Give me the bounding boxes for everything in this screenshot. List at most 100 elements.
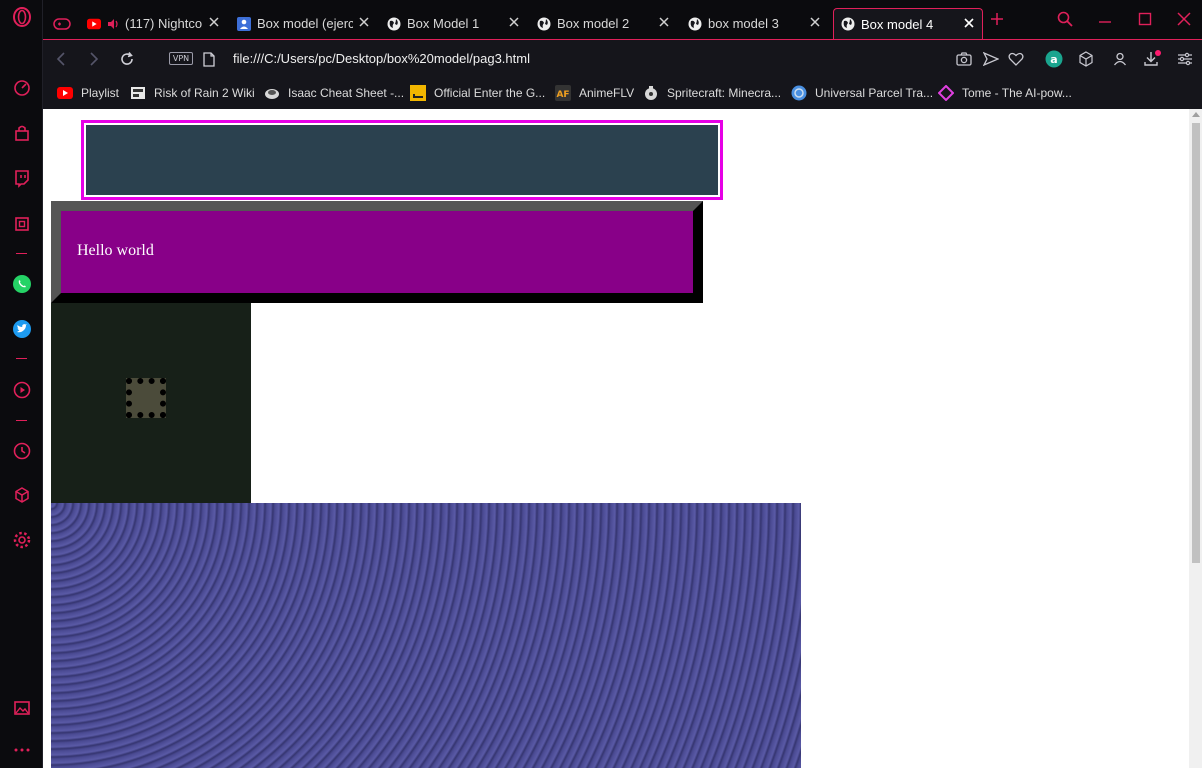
bookmark-heart-button[interactable] <box>1006 49 1026 69</box>
new-tab-button[interactable] <box>986 8 1008 30</box>
reload-icon <box>121 52 133 65</box>
close-tab-icon[interactable] <box>657 15 671 29</box>
tab-title: Box Model 1 <box>407 16 480 31</box>
close-icon <box>1177 12 1191 26</box>
whatsapp-icon[interactable] <box>11 273 33 295</box>
bookmark-label: Risk of Rain 2 Wiki <box>154 86 255 100</box>
bookmark-tome[interactable]: Tome - The AI-pow... <box>938 83 1072 103</box>
dotted-border-box <box>126 378 166 418</box>
hello-world-text: Hello world <box>77 242 154 259</box>
tab-strip: (117) Nightcor Box model (ejercic Box Mo… <box>43 0 1202 39</box>
speed-dial-icon[interactable] <box>11 77 33 99</box>
wiki-icon <box>130 85 146 101</box>
tab-youtube[interactable]: (117) Nightcor <box>87 8 227 39</box>
maximize-icon <box>1138 12 1152 26</box>
player-icon[interactable] <box>11 379 33 401</box>
file-icon <box>203 51 215 67</box>
sidebar-separator <box>16 358 27 359</box>
snapshot-button[interactable] <box>954 49 974 69</box>
account-button[interactable] <box>1110 49 1130 69</box>
bookmark-animeflv[interactable]: AF AnimeFLV <box>555 83 634 103</box>
globe-icon <box>841 17 855 31</box>
address-bar: VPN file:///C:/Users/pc/Desktop/box%20mo… <box>43 39 1202 77</box>
twitch-icon[interactable] <box>11 167 33 189</box>
twitter-icon[interactable] <box>11 318 33 340</box>
close-tab-icon[interactable] <box>207 15 221 29</box>
downloads-button[interactable] <box>1142 49 1162 69</box>
vertical-scrollbar[interactable] <box>1189 109 1202 768</box>
tab-box-model-ejercicio[interactable]: Box model (ejercic <box>237 8 377 39</box>
search-icon <box>1057 11 1073 27</box>
gx-control-icon[interactable] <box>11 213 33 235</box>
bookmark-label: Playlist <box>81 86 120 100</box>
forward-button[interactable] <box>84 49 104 69</box>
minimize-button[interactable] <box>1094 8 1116 30</box>
gx-corner-tab[interactable] <box>53 8 83 39</box>
tab-box-model-3[interactable]: box model 3 <box>688 8 828 39</box>
tab-box-model-2[interactable]: Box model 2 <box>537 8 677 39</box>
vpn-badge[interactable]: VPN <box>169 52 193 65</box>
extension-a-button[interactable]: a <box>1044 49 1064 69</box>
user-icon <box>1113 52 1127 66</box>
header-box-fill <box>86 125 718 195</box>
speaker-icon[interactable] <box>107 18 119 30</box>
download-icon <box>1144 50 1161 66</box>
bordered-header-box <box>81 120 723 200</box>
close-tab-icon[interactable] <box>962 16 976 30</box>
document-icon <box>237 16 251 31</box>
opera-sidebar <box>0 0 43 768</box>
close-window-button[interactable] <box>1173 8 1195 30</box>
globe-icon <box>387 17 401 30</box>
more-dots-icon[interactable] <box>11 739 33 761</box>
outset-border-box: Hello world <box>51 201 703 303</box>
shopping-bag-icon[interactable] <box>11 122 33 144</box>
easy-setup-button[interactable] <box>1175 49 1195 69</box>
bookmark-label: Official Enter the G... <box>434 86 546 100</box>
animeflv-icon: AF <box>555 85 571 101</box>
dark-square-box <box>51 303 251 503</box>
sidebar-separator <box>16 420 27 421</box>
globe-icon <box>537 17 551 30</box>
bookmark-risk-of-rain[interactable]: Risk of Rain 2 Wiki <box>130 83 255 103</box>
send-button[interactable] <box>981 49 1001 69</box>
youtube-icon <box>57 85 73 101</box>
bookmark-spritecraft[interactable]: Spritecraft: Minecra... <box>643 83 781 103</box>
close-tab-icon[interactable] <box>507 15 521 29</box>
page-info-button[interactable] <box>199 49 219 69</box>
opera-logo-icon[interactable] <box>11 6 33 28</box>
url-field[interactable]: file:///C:/Users/pc/Desktop/box%20model/… <box>233 51 530 66</box>
bookmark-label: Spritecraft: Minecra... <box>667 86 782 100</box>
gamepad-icon <box>53 17 71 30</box>
chevron-left-icon <box>56 52 65 66</box>
scrollbar-thumb[interactable] <box>1192 123 1200 563</box>
tab-title: box model 3 <box>708 16 779 31</box>
back-button[interactable] <box>51 49 71 69</box>
bookmark-gungeon[interactable]: Official Enter the G... <box>410 83 545 103</box>
isaac-icon <box>264 85 280 101</box>
close-tab-icon[interactable] <box>808 15 822 29</box>
scroll-up-arrow-icon[interactable] <box>1192 112 1200 117</box>
youtube-icon <box>87 18 101 29</box>
wallpaper-icon[interactable] <box>11 697 33 719</box>
bookmark-parcel[interactable]: Universal Parcel Tra... <box>791 83 933 103</box>
maximize-button[interactable] <box>1134 8 1156 30</box>
extensions-button[interactable] <box>1076 49 1096 69</box>
history-icon[interactable] <box>11 440 33 462</box>
bookmark-label: Isaac Cheat Sheet -... <box>288 86 405 100</box>
reload-button[interactable] <box>117 49 137 69</box>
close-tab-icon[interactable] <box>357 15 371 29</box>
settings-gear-icon[interactable] <box>11 529 33 551</box>
bookmark-playlist[interactable]: Playlist <box>57 83 119 103</box>
tab-box-model-1[interactable]: Box Model 1 <box>387 8 527 39</box>
bookmark-isaac[interactable]: Isaac Cheat Sheet -... <box>264 83 404 103</box>
radial-pattern-box <box>51 503 801 768</box>
tab-box-model-4[interactable]: Box model 4 <box>833 8 983 39</box>
sliders-icon <box>1178 52 1192 66</box>
extensions-cube-icon[interactable] <box>11 484 33 506</box>
cube-icon <box>1079 51 1093 67</box>
tab-title: Box model 4 <box>861 16 934 32</box>
plus-icon <box>991 13 1003 25</box>
bookmark-label: Tome - The AI-pow... <box>962 86 1072 100</box>
search-tabs-button[interactable] <box>1054 8 1076 30</box>
page-viewport: Hello world <box>43 109 1189 768</box>
